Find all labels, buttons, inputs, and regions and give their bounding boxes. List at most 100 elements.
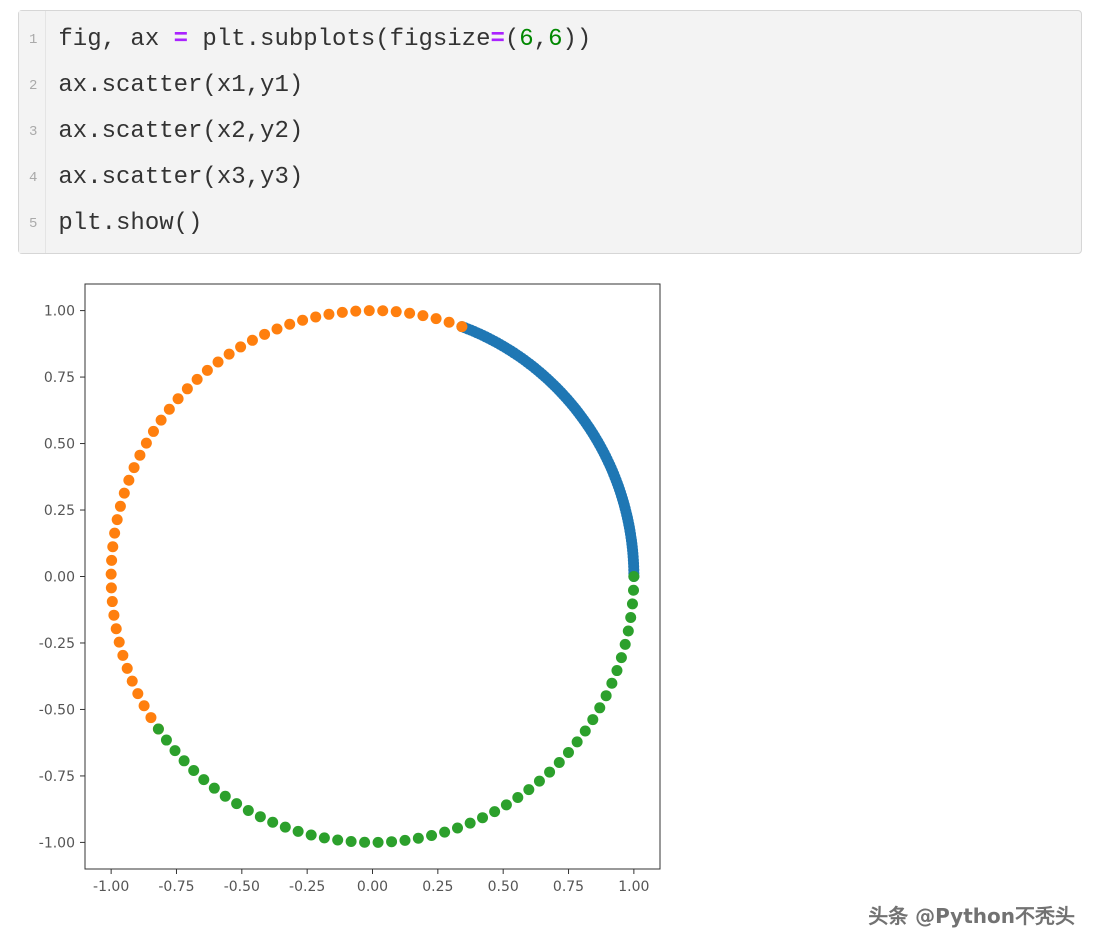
data-point xyxy=(114,637,125,648)
line-number: 1 xyxy=(29,17,37,63)
data-point xyxy=(477,812,488,823)
y-tick-label: -0.25 xyxy=(39,636,75,652)
y-tick-label: 0.00 xyxy=(44,570,75,586)
data-point xyxy=(106,569,117,580)
data-point xyxy=(601,690,612,701)
code-token: = xyxy=(174,26,188,53)
data-point xyxy=(173,393,184,404)
data-point xyxy=(161,735,172,746)
data-point xyxy=(148,426,159,437)
data-point xyxy=(123,475,134,486)
data-point xyxy=(182,383,193,394)
data-point xyxy=(119,488,130,499)
data-point xyxy=(456,321,467,332)
code-token: plt.subplots(figsize xyxy=(188,26,490,53)
code-line: ax.scatter(x3,y3) xyxy=(58,155,591,201)
data-point xyxy=(616,652,627,663)
data-point xyxy=(426,830,437,841)
data-point xyxy=(628,585,639,596)
data-point xyxy=(297,315,308,326)
x-tick-label: 0.50 xyxy=(488,879,519,895)
x-tick-label: -0.25 xyxy=(289,879,325,895)
data-point xyxy=(523,784,534,795)
data-point xyxy=(534,776,545,787)
data-point xyxy=(247,335,258,346)
data-point xyxy=(364,305,375,316)
code-block: 12345 fig, ax = plt.subplots(figsize=(6,… xyxy=(18,10,1082,254)
data-point xyxy=(192,374,203,385)
data-point xyxy=(188,765,199,776)
data-point xyxy=(231,798,242,809)
code-line: ax.scatter(x2,y2) xyxy=(58,109,591,155)
data-point xyxy=(132,688,143,699)
data-point xyxy=(170,745,181,756)
x-tick-label: -1.00 xyxy=(93,879,129,895)
data-point xyxy=(134,450,145,461)
data-point xyxy=(628,571,639,582)
data-point xyxy=(377,305,388,316)
data-point xyxy=(512,792,523,803)
code-token: ( xyxy=(505,26,519,53)
line-number: 3 xyxy=(29,109,37,155)
data-point xyxy=(623,626,634,637)
code-token: ax.scatter(x3,y3) xyxy=(58,164,303,191)
data-point xyxy=(625,612,636,623)
line-number: 5 xyxy=(29,201,37,247)
code-line: plt.show() xyxy=(58,201,591,247)
data-point xyxy=(373,837,384,848)
data-point xyxy=(465,818,476,829)
data-point xyxy=(107,596,118,607)
data-point xyxy=(359,837,370,848)
data-point xyxy=(164,404,175,415)
data-point xyxy=(255,811,266,822)
data-point xyxy=(243,805,254,816)
data-point xyxy=(117,650,128,661)
data-point xyxy=(106,582,117,593)
data-point xyxy=(179,755,190,766)
data-point xyxy=(259,329,270,340)
data-point xyxy=(284,319,295,330)
data-point xyxy=(587,714,598,725)
data-point xyxy=(293,826,304,837)
data-point xyxy=(106,555,117,566)
data-point xyxy=(220,791,231,802)
data-point xyxy=(139,700,150,711)
code-content: fig, ax = plt.subplots(figsize=(6,6))ax.… xyxy=(46,11,603,253)
scatter-chart: -1.00-0.75-0.50-0.250.000.250.500.751.00… xyxy=(15,269,1100,909)
watermark: 头条 @Python不秃头 xyxy=(868,900,1075,929)
data-point xyxy=(404,308,415,319)
data-point xyxy=(107,541,118,552)
code-token: = xyxy=(490,26,504,53)
code-token: 6 xyxy=(519,26,533,53)
data-point xyxy=(127,676,138,687)
code-gutter: 12345 xyxy=(19,11,46,253)
data-point xyxy=(129,462,140,473)
series-x2,y2 xyxy=(106,305,468,734)
data-point xyxy=(141,438,152,449)
data-point xyxy=(108,610,119,621)
data-point xyxy=(501,799,512,810)
data-point xyxy=(280,822,291,833)
data-point xyxy=(413,833,424,844)
data-point xyxy=(544,767,555,778)
data-point xyxy=(319,832,330,843)
x-tick-label: -0.75 xyxy=(158,879,194,895)
data-point xyxy=(235,341,246,352)
data-point xyxy=(572,736,583,747)
x-tick-label: 0.25 xyxy=(422,879,453,895)
data-point xyxy=(620,639,631,650)
x-tick-label: 1.00 xyxy=(618,879,649,895)
plot-frame xyxy=(85,284,660,869)
chart-svg: -1.00-0.75-0.50-0.250.000.250.500.751.00… xyxy=(15,269,680,909)
series-x3,y3 xyxy=(153,571,639,848)
data-point xyxy=(145,712,156,723)
code-line: ax.scatter(x1,y1) xyxy=(58,63,591,109)
data-point xyxy=(153,724,164,735)
y-tick-label: -0.75 xyxy=(39,769,75,785)
data-point xyxy=(323,309,334,320)
code-token: 6 xyxy=(548,26,562,53)
data-point xyxy=(156,415,167,426)
y-tick-label: 1.00 xyxy=(44,304,75,320)
data-point xyxy=(111,623,122,634)
data-point xyxy=(563,747,574,758)
